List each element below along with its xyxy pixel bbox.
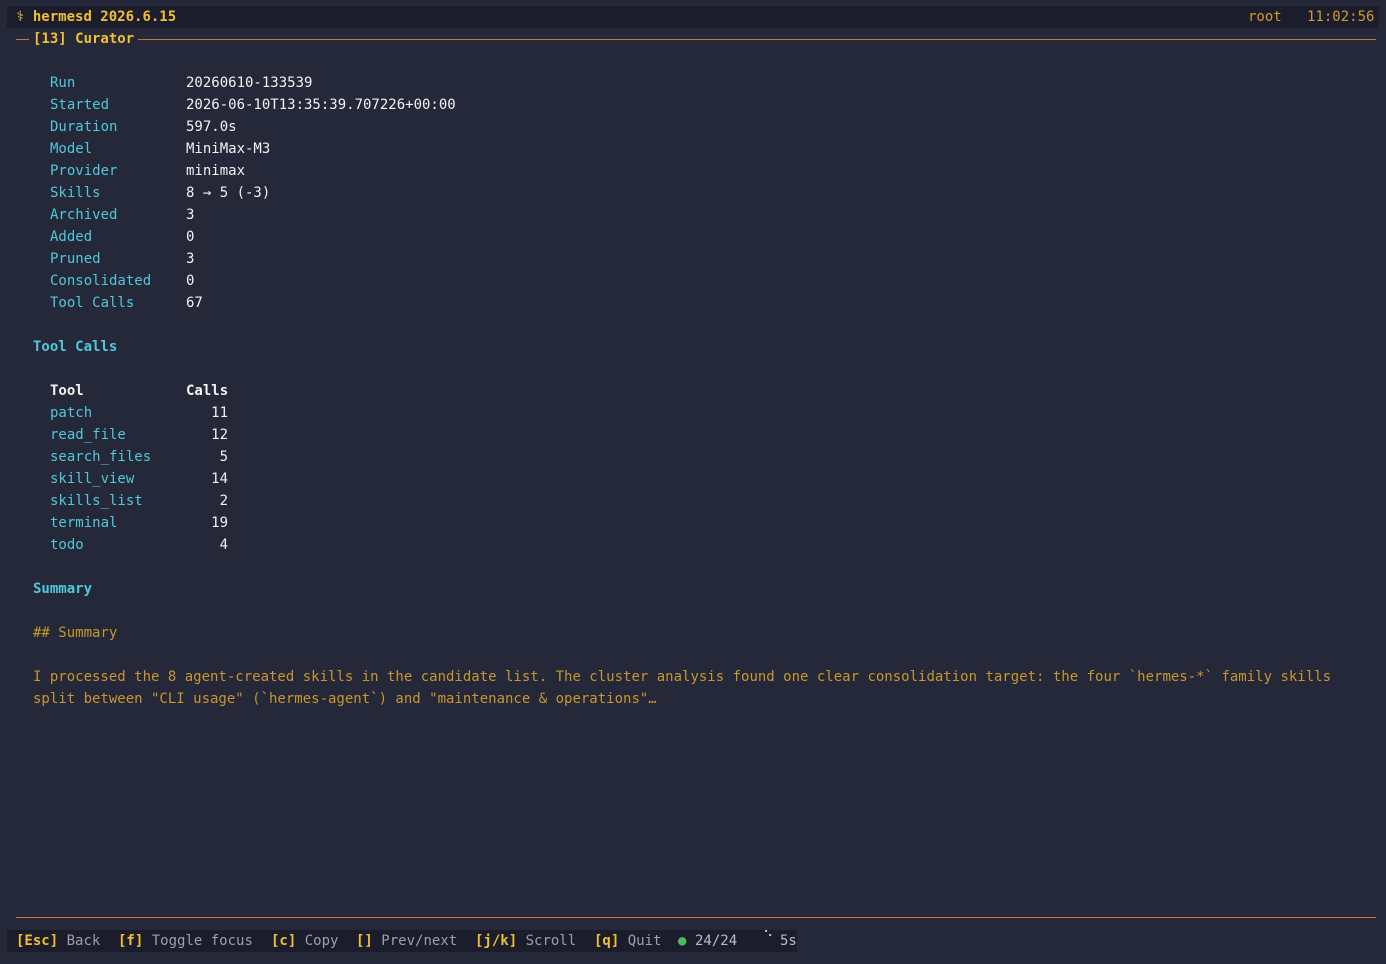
panel-title: [13] Curator [29, 28, 139, 50]
detail-value: MiniMax-M3 [186, 141, 271, 157]
panel-count: 24/24 [695, 933, 738, 949]
column-header-tool: Tool [50, 383, 84, 399]
refresh-interval: 5s [780, 933, 797, 949]
detail-value: 67 [186, 295, 203, 311]
detail-label: Model [50, 141, 93, 157]
detail-label: Pruned [50, 251, 101, 267]
status-dot-icon: ● [678, 933, 687, 949]
tool-calls-cell: 11 [211, 405, 228, 421]
app-title: ⚕ hermesd 2026.6.15 [16, 9, 177, 25]
tool-name-cell: patch [50, 405, 93, 421]
summary-markdown-heading: ## Summary [33, 625, 118, 641]
detail-value: 3 [186, 251, 195, 267]
detail-label: Tool Calls [50, 295, 135, 311]
column-header-calls: Calls [186, 383, 229, 399]
toggle-focus-hint[interactable]: [f] Toggle focus [118, 930, 253, 952]
caduceus-icon: ⚕ [16, 9, 25, 25]
status-bar: [Esc] Back [f] Toggle focus [c] Copy [] … [7, 929, 797, 952]
tool-name-cell: skill_view [50, 471, 135, 487]
clock: 11:02:56 [1307, 9, 1375, 25]
detail-label: Skills [50, 185, 101, 201]
detail-label: Duration [50, 119, 118, 135]
detail-value: 597.0s [186, 119, 237, 135]
detail-label: Run [50, 75, 76, 91]
detail-value: 3 [186, 207, 195, 223]
user-name: root [1248, 9, 1282, 25]
quit-hint[interactable]: [q] Quit [594, 930, 661, 952]
summary-heading: Summary [33, 581, 93, 597]
detail-value: minimax [186, 163, 246, 179]
detail-label: Added [50, 229, 93, 245]
tool-calls-cell: 14 [211, 471, 228, 487]
detail-label: Consolidated [50, 273, 152, 289]
tool-name-cell: terminal [50, 515, 118, 531]
copy-hint[interactable]: [c] Copy [271, 930, 338, 952]
detail-value: 0 [186, 273, 195, 289]
scroll-hint[interactable]: [j/k] Scroll [475, 930, 576, 952]
tool-calls-cell: 5 [219, 449, 228, 465]
spinner-icon: ⠑ [763, 929, 774, 945]
detail-label: Started [50, 97, 110, 113]
panel-border-bottom [16, 917, 1376, 918]
tool-name-cell: todo [50, 537, 84, 553]
panel-border-top [16, 39, 1376, 40]
summary-text-line-2: split between "CLI usage" (`hermes-agent… [33, 691, 657, 707]
summary-text-line-1: I processed the 8 agent-created skills i… [33, 669, 1332, 685]
tool-name-cell: skills_list [50, 493, 143, 509]
title-bar: ⚕ hermesd 2026.6.15 root 11:02:56 [7, 6, 1379, 28]
tool-calls-cell: 19 [211, 515, 228, 531]
detail-value: 8 → 5 (-3) [186, 185, 271, 201]
back-hint[interactable]: [Esc] Back [16, 930, 100, 952]
detail-label: Provider [50, 163, 118, 179]
detail-value: 0 [186, 229, 195, 245]
tool-name-cell: search_files [50, 449, 152, 465]
tool-calls-cell: 4 [219, 537, 228, 553]
tool-name-cell: read_file [50, 427, 126, 443]
detail-label: Archived [50, 207, 118, 223]
tool-calls-cell: 2 [219, 493, 228, 509]
tool-calls-heading: Tool Calls [33, 339, 118, 355]
tool-calls-cell: 12 [211, 427, 228, 443]
detail-value: 2026-06-10T13:35:39.707226+00:00 [186, 97, 456, 113]
prev-next-hint[interactable]: [] Prev/next [356, 930, 457, 952]
detail-value: 20260610-133539 [186, 75, 313, 91]
